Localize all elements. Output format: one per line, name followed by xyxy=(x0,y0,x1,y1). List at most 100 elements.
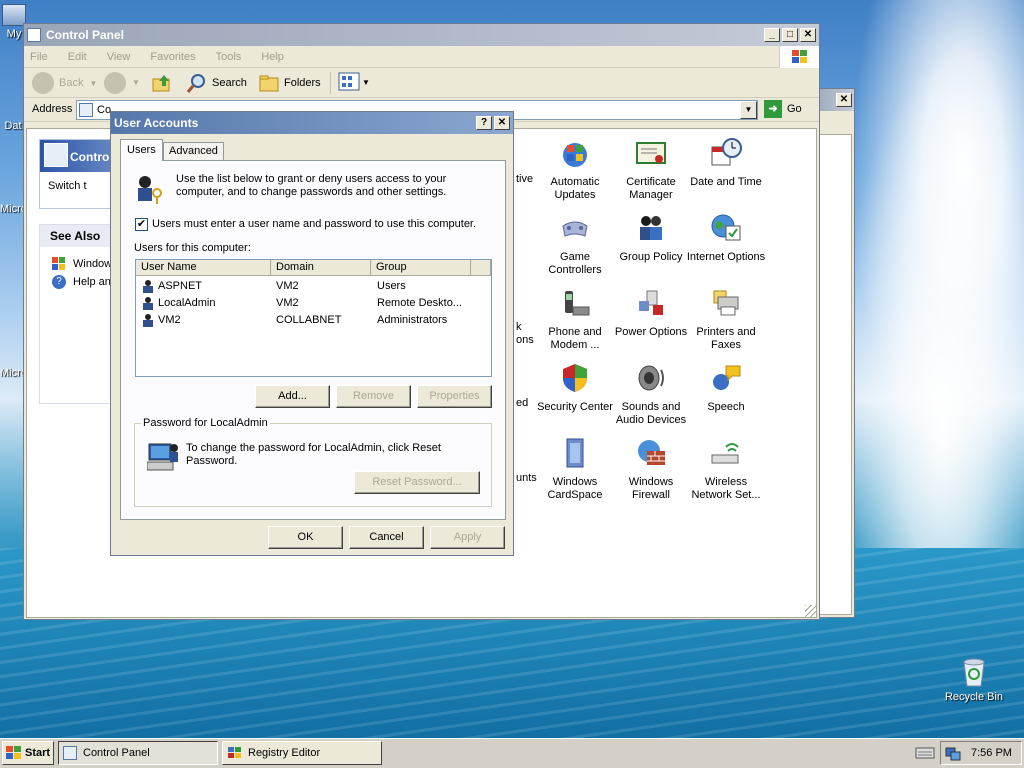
see-also-help-link[interactable]: ? Help an xyxy=(52,275,111,289)
cell-group: Users xyxy=(377,280,406,292)
cp-item-label: Phone and Modem ... xyxy=(548,326,602,351)
partial-item-label: k xyxy=(516,321,522,333)
tab-advanced[interactable]: Advanced xyxy=(163,142,224,160)
help-icon[interactable]: ? xyxy=(476,116,492,130)
ok-button[interactable]: OK xyxy=(268,526,343,549)
cp-item-printers-faxes[interactable]: Printers and Faxes xyxy=(686,287,766,352)
cp-item-windows-firewall[interactable]: Windows Firewall xyxy=(611,437,691,502)
cp-item-phone-modem[interactable]: Phone and Modem ... xyxy=(535,287,615,352)
menu-file[interactable]: File xyxy=(30,51,48,63)
table-row[interactable]: LocalAdmin VM2 Remote Deskto... xyxy=(140,295,490,311)
taskbar-item-control-panel[interactable]: Control Panel xyxy=(58,741,218,765)
search-button[interactable]: Search xyxy=(186,72,247,94)
cp-item-windows-cardspace[interactable]: Windows CardSpace xyxy=(535,437,615,502)
properties-button[interactable]: Properties xyxy=(417,385,492,408)
clock[interactable]: 7:56 PM xyxy=(971,747,1012,759)
cp-item-sounds-audio[interactable]: Sounds and Audio Devices xyxy=(611,362,691,427)
cp-item-label: Sounds and Audio Devices xyxy=(615,401,687,426)
desktop-icon-recycle-bin[interactable]: Recycle Bin xyxy=(940,656,1008,703)
see-also-windows-link[interactable]: Window xyxy=(52,257,112,271)
column-header-group[interactable]: Group xyxy=(371,260,471,276)
internet-options-icon xyxy=(711,214,741,241)
require-password-label: Users must enter a user name and passwor… xyxy=(152,218,477,230)
cp-item-date-time[interactable]: Date and Time xyxy=(686,137,766,189)
cell-username: VM2 xyxy=(158,314,181,326)
cp-item-game-controllers[interactable]: Game Controllers xyxy=(535,212,615,277)
phone-modem-icon xyxy=(565,291,590,316)
cp-item-power-options[interactable]: Power Options xyxy=(611,287,691,339)
search-icon xyxy=(186,74,205,93)
cp-item-group-policy[interactable]: Group Policy xyxy=(611,212,691,264)
system-tray: 7:56 PM xyxy=(940,741,1022,765)
menu-tools[interactable]: Tools xyxy=(216,51,242,63)
recycle-bin-label: Recycle Bin xyxy=(944,691,1004,703)
column-header-spacer xyxy=(471,260,491,276)
cp-item-security-center[interactable]: Security Center xyxy=(535,362,615,414)
printers-faxes-icon xyxy=(713,290,739,316)
start-button[interactable]: Start xyxy=(2,741,54,765)
windows-flag-icon xyxy=(791,49,807,63)
folders-button[interactable]: Folders xyxy=(258,72,321,94)
cell-domain: VM2 xyxy=(276,280,299,292)
close-icon[interactable]: ✕ xyxy=(836,93,852,107)
control-panel-large-icon xyxy=(44,143,68,167)
folders-label: Folders xyxy=(284,77,321,89)
power-options-icon xyxy=(639,290,663,315)
cp-item-label: Internet Options xyxy=(686,251,766,263)
minimize-icon[interactable]: _ xyxy=(764,28,780,42)
tab-users[interactable]: Users xyxy=(120,139,163,161)
desktop-icon-label: My xyxy=(6,28,22,40)
registry-editor-icon xyxy=(228,747,241,758)
cp-item-certificate-manager[interactable]: Certificate Manager xyxy=(611,137,691,202)
cancel-button[interactable]: Cancel xyxy=(349,526,424,549)
cp-item-label: Game Controllers xyxy=(548,251,602,276)
up-folder-icon[interactable] xyxy=(152,73,172,93)
forward-dropdown-icon[interactable]: ▼ xyxy=(132,78,140,87)
menu-view[interactable]: View xyxy=(107,51,131,63)
windows-flag-icon xyxy=(6,746,21,759)
column-header-username[interactable]: User Name xyxy=(136,260,271,276)
close-icon[interactable]: ✕ xyxy=(494,116,510,130)
add-user-button[interactable]: Add... xyxy=(255,385,330,408)
recycle-bin-icon xyxy=(963,658,985,687)
cp-item-label: Windows CardSpace xyxy=(547,476,603,501)
column-header-domain[interactable]: Domain xyxy=(271,260,371,276)
back-button[interactable]: Back ▼ xyxy=(32,72,97,94)
table-row[interactable]: ASPNET VM2 Users xyxy=(140,278,490,294)
cp-item-wireless-network[interactable]: Wireless Network Set... xyxy=(686,437,766,502)
control-panel-titlebar[interactable]: Control Panel _ □ ✕ xyxy=(24,24,819,46)
windows-logo xyxy=(779,45,819,68)
partial-item-label: unts xyxy=(516,472,537,484)
back-arrow-icon xyxy=(32,72,54,94)
keyboard-icon[interactable] xyxy=(912,742,938,764)
resize-grip-icon[interactable] xyxy=(805,605,817,617)
maximize-icon[interactable]: □ xyxy=(782,28,798,42)
address-label: Address xyxy=(32,103,73,115)
apply-button[interactable]: Apply xyxy=(430,526,505,549)
cp-item-speech[interactable]: Speech xyxy=(686,362,766,414)
require-password-checkbox[interactable]: ✔ xyxy=(135,218,148,231)
menu-edit[interactable]: Edit xyxy=(68,51,87,63)
cell-group: Administrators xyxy=(377,314,448,326)
user-accounts-dialog[interactable]: User Accounts ? ✕ Users Advanced Use the… xyxy=(110,111,514,556)
taskbar-item-registry-editor[interactable]: Registry Editor xyxy=(222,741,382,765)
remove-user-button[interactable]: Remove xyxy=(336,385,411,408)
forward-arrow-icon[interactable] xyxy=(104,72,126,94)
address-value: Co xyxy=(97,104,112,116)
views-button[interactable]: ▼ xyxy=(338,72,370,92)
address-dropdown-icon[interactable]: ▼ xyxy=(740,101,757,119)
close-icon[interactable]: ✕ xyxy=(800,28,816,42)
menu-help[interactable]: Help xyxy=(261,51,284,63)
cp-item-internet-options[interactable]: Internet Options xyxy=(686,212,766,264)
certificate-manager-icon xyxy=(636,142,666,164)
menu-favorites[interactable]: Favorites xyxy=(150,51,195,63)
cp-item-label: Printers and Faxes xyxy=(696,326,756,351)
dialog-titlebar[interactable]: User Accounts ? ✕ xyxy=(111,112,513,134)
go-button[interactable]: ➜ Go xyxy=(764,100,802,118)
table-row[interactable]: VM2 COLLABNET Administrators xyxy=(140,312,490,328)
users-list[interactable]: User Name Domain Group ASPNET VM2 Users … xyxy=(135,259,492,377)
reset-password-button[interactable]: Reset Password... xyxy=(354,471,480,494)
network-tray-icon[interactable] xyxy=(945,745,961,761)
cp-item-automatic-updates[interactable]: Automatic Updates xyxy=(535,137,615,202)
see-also-link-label: Help an xyxy=(73,276,111,288)
